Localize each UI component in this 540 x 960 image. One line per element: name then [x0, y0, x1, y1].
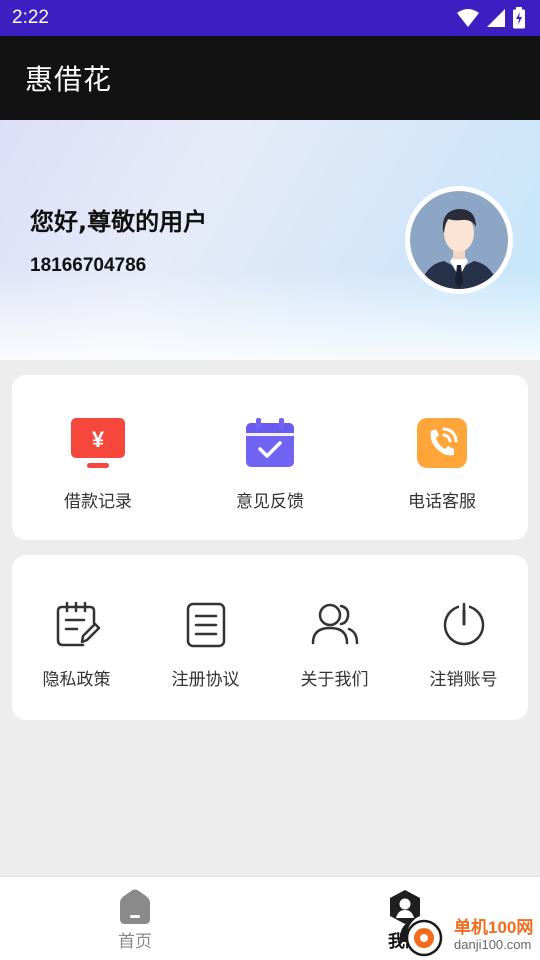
deactivate-account-label: 注销账号 [429, 670, 498, 690]
home-icon [120, 889, 150, 924]
loan-record-icon: ¥ [71, 418, 125, 468]
phone-number: 18166704786 [30, 255, 147, 276]
phone-icon [417, 418, 467, 468]
notepad-edit-icon [56, 601, 100, 647]
settings-card: 隐私政策 注册协议 关于我们 注销账号 [12, 555, 528, 720]
wifi-icon [457, 9, 479, 27]
watermark: 单机100网 danji100.com [394, 912, 533, 958]
app-title: 惠借花 [25, 63, 113, 96]
user-avatar-icon [410, 191, 508, 289]
app-bar: 惠借花 [0, 36, 540, 120]
profile-header: 您好,尊敬的用户 18166704786 [0, 120, 540, 360]
feedback-button[interactable]: 意见反馈 [184, 417, 356, 540]
deactivate-account-button[interactable]: 注销账号 [399, 601, 528, 720]
status-icons [456, 7, 526, 29]
feedback-label: 意见反馈 [236, 492, 304, 512]
users-icon [311, 603, 358, 645]
document-icon [186, 602, 225, 648]
watermark-logo-icon [399, 918, 443, 957]
nav-home-label: 首页 [118, 932, 152, 952]
battery-icon [513, 7, 525, 29]
about-us-button[interactable]: 关于我们 [270, 601, 399, 720]
signal-icon [487, 9, 505, 27]
watermark-title: 单机100网 [454, 918, 534, 937]
registration-agreement-button[interactable]: 注册协议 [141, 601, 270, 720]
calendar-check-icon [246, 418, 294, 467]
loan-record-button[interactable]: ¥ 借款记录 [12, 417, 184, 540]
power-icon [443, 602, 484, 646]
loan-record-label: 借款记录 [64, 492, 132, 512]
phone-service-button[interactable]: 电话客服 [356, 417, 528, 540]
status-bar: 2:22 [0, 0, 540, 36]
quick-actions-card: ¥ 借款记录 意见反馈 电话客服 [12, 375, 528, 540]
status-time: 2:22 [12, 7, 49, 28]
about-us-label: 关于我们 [300, 670, 369, 690]
privacy-policy-button[interactable]: 隐私政策 [12, 601, 141, 720]
privacy-policy-label: 隐私政策 [42, 670, 111, 690]
svg-text:¥: ¥ [92, 427, 105, 452]
phone-service-label: 电话客服 [408, 492, 476, 512]
registration-agreement-label: 注册协议 [171, 670, 240, 690]
nav-home[interactable]: 首页 [0, 877, 270, 960]
avatar[interactable] [405, 186, 513, 294]
watermark-url: danji100.com [454, 937, 532, 952]
greeting-text: 您好,尊敬的用户 [30, 208, 208, 236]
